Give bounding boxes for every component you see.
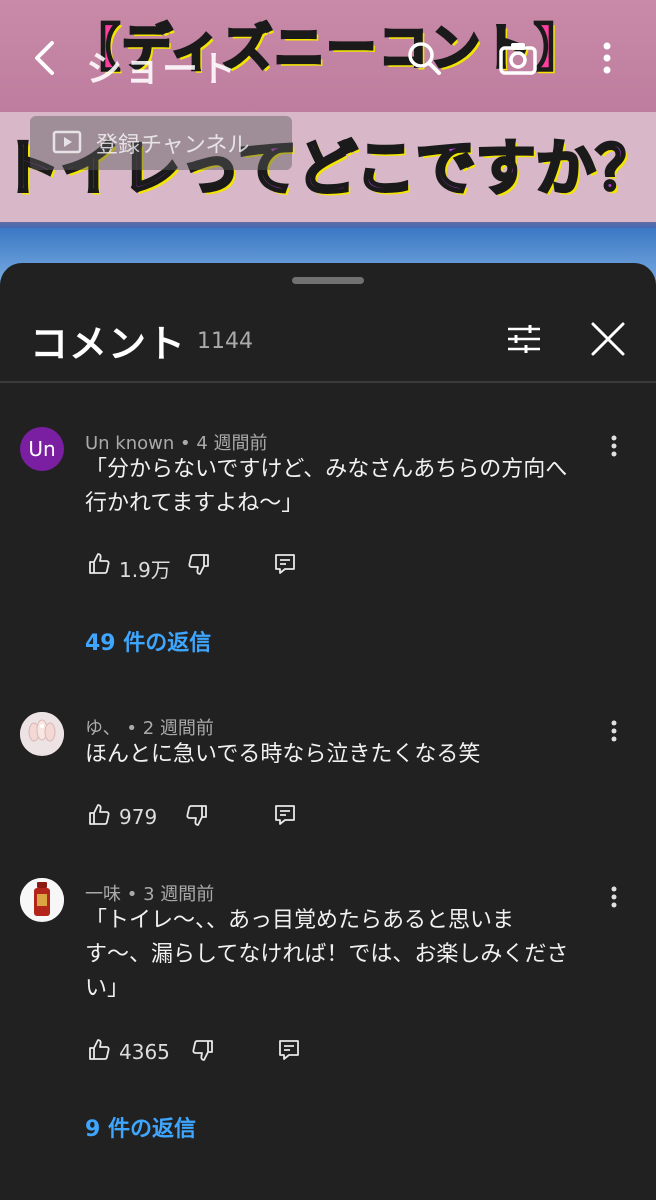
comment-actions: 979 — [85, 800, 385, 834]
view-replies-link[interactable]: 49 件の返信 — [85, 625, 211, 657]
comment-text: 「分からないですけど、みなさんあちらの方向へ 行かれてますよね〜」 — [85, 453, 605, 521]
comments-title: コメント — [30, 322, 187, 366]
video-background[interactable]: 【ディズニーコント】 トイレってどこですか？ 登録チャンネル ショート — [0, 0, 656, 290]
avatar-spice-bottle-icon — [20, 878, 64, 922]
subscriptions-label: 登録チャンネル — [96, 133, 250, 158]
avatar[interactable]: Un — [20, 427, 64, 471]
more-vertical-icon — [611, 720, 617, 746]
comment-meta: Un known • 4 週間前 — [85, 429, 268, 455]
reply-icon — [273, 552, 297, 580]
comment-time: 2 週間前 — [142, 718, 214, 739]
comment-text: ほんとに急いでる時なら泣きたくなる笑 — [85, 738, 605, 772]
more-options-button[interactable] — [590, 38, 624, 82]
page-title: ショート — [86, 49, 239, 90]
like-button[interactable] — [85, 1035, 113, 1069]
like-count: 979 — [119, 805, 158, 829]
reply-button[interactable] — [275, 1035, 303, 1069]
filter-icon — [506, 324, 542, 358]
view-replies-link[interactable]: 9 件の返信 — [85, 1111, 196, 1143]
thumbs-up-icon — [87, 1038, 111, 1066]
comment-actions: 1.9万 — [85, 549, 385, 583]
comment-text: 「トイレ〜、、あっ目覚めたらあると思いま す〜、漏らしてなければ！では、お楽しみ… — [85, 904, 605, 1006]
close-button[interactable] — [584, 317, 632, 365]
reply-button[interactable] — [271, 549, 299, 583]
comment-line: 「分からないですけど、みなさんあちらの方向へ — [85, 457, 568, 482]
subscriptions-chip[interactable]: 登録チャンネル — [30, 116, 292, 170]
comments-count: 1144 — [197, 329, 253, 354]
like-button[interactable] — [85, 800, 113, 834]
reply-button[interactable] — [271, 800, 299, 834]
comment-more-button[interactable] — [602, 716, 626, 750]
dislike-button[interactable] — [183, 800, 211, 834]
comment-line: い」 — [85, 976, 130, 1001]
comment-line: す〜、漏らしてなければ！では、お楽しみくださ — [85, 942, 569, 967]
back-icon — [32, 39, 56, 81]
drag-handle[interactable] — [292, 277, 364, 284]
avatar[interactable] — [20, 878, 64, 922]
dislike-button[interactable] — [185, 549, 213, 583]
reply-icon — [273, 803, 297, 831]
comment-meta: 一味 • 3 週間前 — [85, 880, 214, 906]
like-count: 1.9万 — [119, 558, 171, 582]
camera-icon — [498, 40, 538, 80]
thumbs-up-icon — [87, 803, 111, 831]
sort-filter-button[interactable] — [500, 319, 548, 363]
subscriptions-icon — [52, 128, 82, 158]
comments-header: コメント 1144 — [0, 299, 656, 383]
comment-author[interactable]: 一味 — [85, 884, 121, 905]
like-button[interactable] — [85, 549, 113, 583]
meta-separator: • — [120, 718, 143, 739]
comment-author[interactable]: ゆ、 — [85, 718, 121, 739]
thumbs-down-icon — [191, 1038, 215, 1066]
close-icon — [590, 321, 626, 361]
comment-author[interactable]: Un known — [85, 433, 174, 454]
comment-more-button[interactable] — [602, 882, 626, 916]
comment-time: 4 週間前 — [196, 433, 268, 454]
top-bar: ショート — [0, 30, 656, 90]
like-count: 4365 — [119, 1040, 170, 1064]
thumbs-down-icon — [185, 803, 209, 831]
avatar-nail-art-icon — [20, 712, 64, 756]
comment-actions: 4365 — [85, 1035, 385, 1069]
avatar[interactable] — [20, 712, 64, 756]
meta-separator: • — [121, 884, 144, 905]
comment-line: ほんとに急いでる時なら泣きたくなる笑 — [85, 742, 481, 767]
more-vertical-icon — [602, 41, 612, 79]
comment-line: 「トイレ〜、、あっ目覚めたらあると思いま — [85, 908, 515, 933]
thumbs-down-icon — [187, 552, 211, 580]
search-icon — [406, 40, 442, 80]
comment-meta: ゆ、 • 2 週間前 — [85, 714, 214, 740]
header-divider — [0, 381, 656, 383]
comment-line: 行かれてますよね〜」 — [85, 491, 304, 516]
comments-sheet: コメント 1144 Un Un known • 4 週間前 「分からないですけど… — [0, 263, 656, 1200]
reply-icon — [277, 1038, 301, 1066]
back-button[interactable] — [26, 40, 62, 80]
comment-time: 3 週間前 — [143, 884, 215, 905]
dislike-button[interactable] — [189, 1035, 217, 1069]
search-button[interactable] — [400, 38, 448, 82]
more-vertical-icon — [611, 886, 617, 912]
camera-button[interactable] — [494, 38, 542, 82]
more-vertical-icon — [611, 435, 617, 461]
thumbs-up-icon — [87, 552, 111, 580]
comment-more-button[interactable] — [602, 431, 626, 465]
meta-separator: • — [174, 433, 197, 454]
avatar-initials: Un — [28, 437, 56, 461]
